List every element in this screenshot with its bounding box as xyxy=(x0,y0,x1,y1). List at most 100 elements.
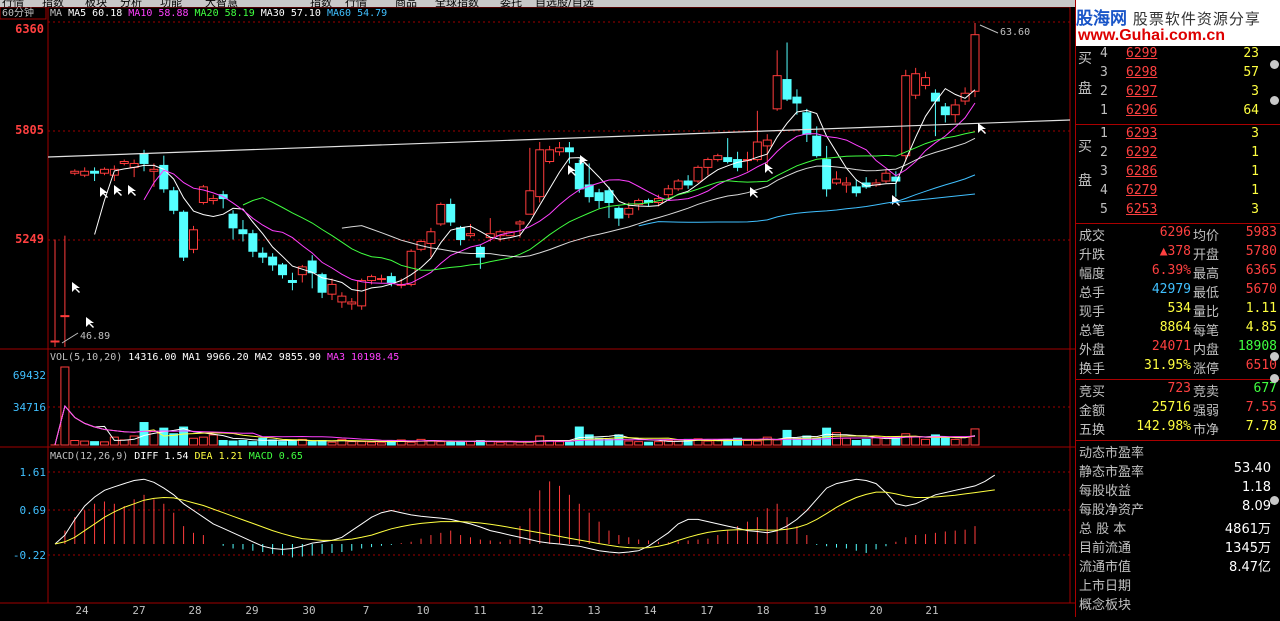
menu-item[interactable]: 全球指数 xyxy=(435,0,479,7)
stat-label: 幅度 xyxy=(1079,263,1105,282)
menu-item[interactable]: 委托 xyxy=(500,0,522,7)
menu-item[interactable]: 行情 xyxy=(345,0,367,7)
volume-bar xyxy=(496,442,504,445)
menu-item[interactable]: 指数 xyxy=(42,0,64,7)
fundamental-row: 每股净资产8.09 xyxy=(1076,499,1280,518)
scroll-button[interactable] xyxy=(1270,60,1279,69)
fundamental-row: 总 股 本4861万 xyxy=(1076,518,1280,537)
ask-volume: 57 xyxy=(1243,65,1259,80)
volume-bar xyxy=(130,436,138,445)
ask-price: 6297 xyxy=(1126,84,1157,99)
menu-item[interactable]: 板块 xyxy=(85,0,107,7)
candle-body xyxy=(971,35,979,92)
volume-ma3: MA3 10198.45 xyxy=(327,352,399,363)
stat-value: 7.78 xyxy=(1246,419,1277,434)
fund-value: 1345万 xyxy=(1225,537,1271,556)
logo-title: 股海网 xyxy=(1076,9,1127,29)
signal-arrow-icon xyxy=(568,165,576,176)
candle-body xyxy=(249,234,257,252)
menu-item[interactable]: 自选股/自选 xyxy=(535,0,594,7)
chart-frame xyxy=(48,7,1070,603)
bid-level-row[interactable]: 362861 xyxy=(1076,164,1280,183)
candle-body xyxy=(823,160,831,189)
price-axis-label: 5249 xyxy=(15,232,44,246)
scroll-button[interactable] xyxy=(1270,352,1279,361)
menu-item[interactable]: 指数 xyxy=(310,0,332,7)
fundamental-row: 动态市盈率 xyxy=(1076,442,1280,461)
period-label: 60分钟 xyxy=(2,7,40,19)
ma-legend: 60分钟 MA MA5 60.18 MA10 58.88 MA20 58.19 … xyxy=(2,7,387,19)
chart-area[interactable]: 63605805524963.6046.8969432347161.610.69… xyxy=(0,7,1075,617)
macd-diff-line xyxy=(55,475,995,553)
ask-level-row[interactable]: 1629664 xyxy=(1076,103,1280,122)
volume-bar xyxy=(308,442,316,445)
volume-bar xyxy=(358,442,366,445)
candle-body xyxy=(763,140,771,146)
candle-body xyxy=(773,76,781,109)
volume-bar xyxy=(288,441,296,445)
candle-body xyxy=(427,232,435,244)
macd-axis-label: 1.61 xyxy=(20,466,47,479)
ask-level-row[interactable]: 262973 xyxy=(1076,84,1280,103)
stat-label: 量比 xyxy=(1193,301,1219,320)
candle-body xyxy=(912,74,920,95)
bid-level-row[interactable]: 262921 xyxy=(1076,145,1280,164)
stat-label: 最高 xyxy=(1193,263,1219,282)
candle-body xyxy=(457,228,465,240)
fund-value: 8.09 xyxy=(1242,499,1271,514)
bid-level-row[interactable]: 162933 xyxy=(1076,126,1280,145)
candle-body xyxy=(209,199,217,201)
scroll-button[interactable] xyxy=(1270,496,1279,505)
volume-axis-label: 69432 xyxy=(13,369,46,382)
volume-bar xyxy=(219,441,227,445)
stat-value: 25716 xyxy=(1152,400,1191,415)
ask-volume: 64 xyxy=(1243,103,1259,118)
macd-axis-label: 0.69 xyxy=(20,504,47,517)
stat-label: 升跌 xyxy=(1079,244,1105,263)
stat-label: 强弱 xyxy=(1193,400,1219,419)
volume-bar xyxy=(773,440,781,445)
volume-bar xyxy=(961,437,969,445)
auction-stat-row: 竞买723竞卖677 xyxy=(1076,381,1280,400)
menu-item[interactable]: 分析 xyxy=(120,0,142,7)
bid-price: 6253 xyxy=(1126,202,1157,217)
volume-bar xyxy=(852,441,860,445)
candle-body xyxy=(575,163,583,188)
menu-item[interactable]: 商品 xyxy=(395,0,417,7)
macd-dea-line xyxy=(55,490,995,548)
macd-legend: MACD(12,26,9) DIFF 1.54 DEA 1.21 MACD 0.… xyxy=(50,451,303,462)
volume-bar xyxy=(575,427,583,445)
bid-level-row[interactable]: 562533 xyxy=(1076,202,1280,221)
ma-value: MA20 58.19 xyxy=(195,8,261,19)
ma60-tail-line xyxy=(890,194,975,203)
stat-label: 市净 xyxy=(1193,419,1219,438)
menu-item[interactable]: 功能 xyxy=(160,0,182,7)
scroll-button[interactable] xyxy=(1270,96,1279,105)
stat-label: 竞买 xyxy=(1079,381,1105,400)
fund-label: 静态市盈率 xyxy=(1079,461,1144,480)
bid-price: 6279 xyxy=(1126,183,1157,198)
menu-item[interactable]: 行情 xyxy=(2,0,24,7)
volume-bar xyxy=(704,441,712,445)
auction-stat-row: 五换142.98%市净7.78 xyxy=(1076,419,1280,438)
bid-level-row[interactable]: 462791 xyxy=(1076,183,1280,202)
stat-label: 内盘 xyxy=(1193,339,1219,358)
volume-bar xyxy=(743,441,751,445)
ask-level-row[interactable]: 3629857 xyxy=(1076,65,1280,84)
volume-bar xyxy=(645,442,653,445)
candle-body xyxy=(81,171,89,175)
candle-body xyxy=(714,156,722,160)
candle-body xyxy=(61,316,69,317)
signal-arrow-icon xyxy=(978,123,986,134)
volume-ma2: MA2 9855.90 xyxy=(255,352,327,363)
stat-label: 竞卖 xyxy=(1193,381,1219,400)
scroll-button[interactable] xyxy=(1270,374,1279,383)
quote-stat-row: 换手31.95%涨停6510 xyxy=(1076,358,1280,377)
bid-level-number: 3 xyxy=(1100,164,1108,179)
ask-level-row[interactable]: 4629923 xyxy=(1076,46,1280,65)
stat-value: 4.85 xyxy=(1246,320,1277,335)
quote-stat-row: 总手42979最低5670 xyxy=(1076,282,1280,301)
candle-body xyxy=(348,302,356,304)
menu-item[interactable]: 大智慧 xyxy=(205,0,238,7)
kline-chart[interactable]: 63605805524963.6046.8969432347161.610.69… xyxy=(0,7,1075,617)
